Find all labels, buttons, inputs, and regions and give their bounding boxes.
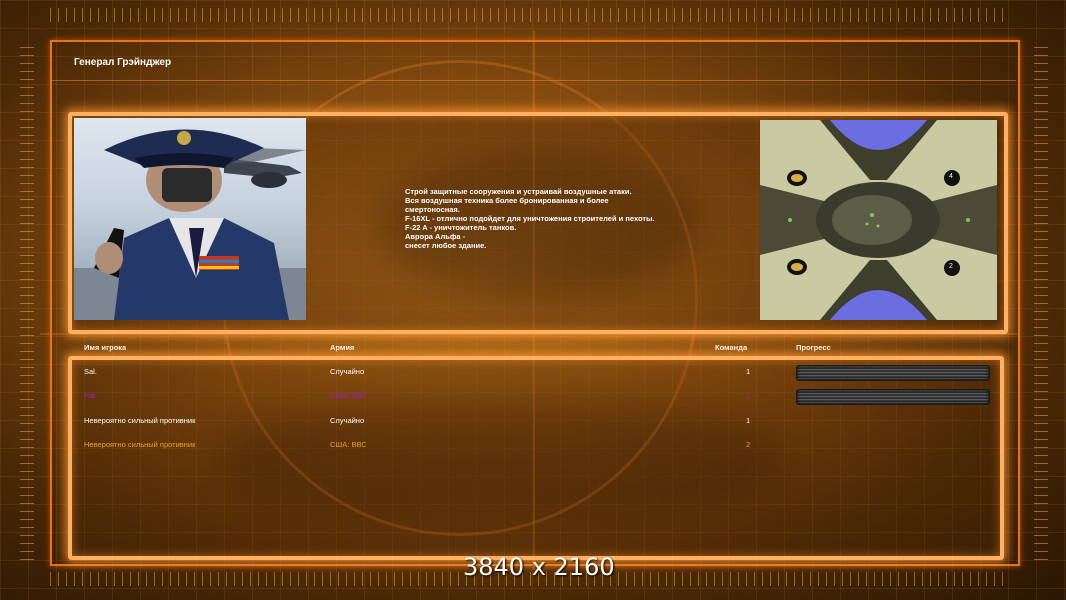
column-header-team: Команда [715, 343, 748, 352]
briefing-line: Вся воздушная техника более бронированна… [405, 196, 609, 205]
player-name: Pat [84, 391, 96, 400]
resolution-overlay: 3840 x 2160 [463, 553, 615, 581]
ruler-left [20, 40, 34, 560]
player-row: Pat США: ВВС 2 [0, 389, 1066, 409]
player-name: Невероятно сильный противник [84, 440, 196, 449]
player-name: Невероятно сильный противник [84, 416, 196, 425]
briefing-line: снесет любое здание. [405, 241, 487, 250]
ruler-top [50, 8, 1010, 22]
player-army: Случайно [330, 416, 365, 425]
progress-bar [796, 389, 990, 405]
player-team: 1 [746, 416, 751, 425]
start-position-label: 2 [949, 263, 953, 270]
player-army: США: ВВС [330, 391, 367, 400]
player-team: 1 [746, 367, 751, 376]
general-title: Генерал Грэйнджер [74, 57, 172, 68]
progress-bar [796, 365, 990, 381]
general-portrait [74, 118, 306, 320]
player-row: Невероятно сильный противник Случайно 1 [0, 416, 1066, 434]
player-army: США: ВВС [330, 440, 367, 449]
column-header-name: Имя игрока [84, 343, 127, 352]
player-row: Невероятно сильный противник США: ВВС 2 [0, 440, 1066, 458]
briefing-text: Строй защитные сооружения и устраивай во… [405, 187, 695, 250]
player-row: Sal. Случайно 1 [0, 365, 1066, 385]
player-list-panel [68, 356, 1004, 560]
briefing-line: F-16XL - отлично подойдет для уничтожени… [405, 214, 655, 223]
ruler-right [1034, 40, 1048, 560]
briefing-line: Аврора Альфа - [405, 232, 466, 241]
player-army: Случайно [330, 367, 365, 376]
briefing-line: F-22 A - уничтожитель танков. [405, 223, 517, 232]
title-divider [50, 80, 1016, 81]
player-team: 2 [746, 440, 751, 449]
minimap: 4 2 [760, 120, 997, 320]
column-header-progress: Прогресс [796, 343, 831, 352]
briefing-line: смертоносная. [405, 205, 460, 214]
briefing-line: Строй защитные сооружения и устраивай во… [405, 187, 632, 196]
column-header-army: Армия [330, 343, 355, 352]
player-team: 2 [746, 391, 751, 400]
start-position-label: 4 [949, 173, 953, 180]
player-name: Sal. [84, 367, 97, 376]
